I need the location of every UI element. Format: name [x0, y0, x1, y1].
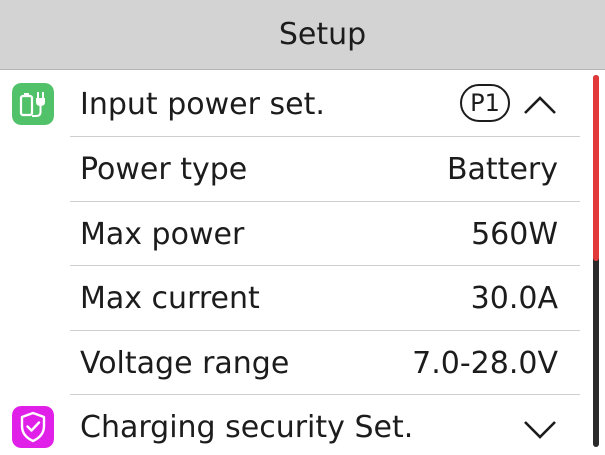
setting-row-power-type[interactable]: Power type Battery — [0, 137, 590, 201]
setting-value: 30.0A — [470, 280, 558, 316]
setting-label: Power type — [80, 151, 248, 187]
setup-screen: Setup Input power set. P1 Power type Bat… — [0, 0, 605, 455]
section-charging-security[interactable]: Charging security Set. — [0, 395, 590, 455]
chevron-down-icon[interactable] — [520, 409, 560, 449]
setting-value: 560W — [471, 216, 558, 252]
section-label: Input power set. — [80, 86, 325, 122]
setting-row-voltage-range[interactable]: Voltage range 7.0-28.0V — [0, 331, 590, 395]
setting-value: 7.0-28.0V — [412, 345, 558, 381]
setting-label: Voltage range — [80, 345, 290, 381]
scrollbar-thumb[interactable] — [593, 75, 599, 261]
setting-row-max-power[interactable]: Max power 560W — [0, 202, 590, 266]
section-input-power[interactable]: Input power set. P1 — [0, 72, 590, 136]
setting-label: Max current — [80, 280, 260, 316]
setting-row-max-current[interactable]: Max current 30.0A — [0, 266, 590, 330]
page-title: Setup — [278, 17, 367, 52]
chevron-up-icon[interactable] — [520, 84, 560, 124]
scrollbar[interactable] — [593, 75, 599, 447]
profile-badge: P1 — [460, 84, 510, 122]
battery-plug-icon — [12, 83, 54, 125]
shield-check-icon — [12, 406, 54, 448]
section-label: Charging security Set. — [80, 409, 414, 445]
title-bar: Setup — [0, 0, 605, 70]
setting-value: Battery — [446, 151, 558, 187]
setting-label: Max power — [80, 216, 245, 252]
